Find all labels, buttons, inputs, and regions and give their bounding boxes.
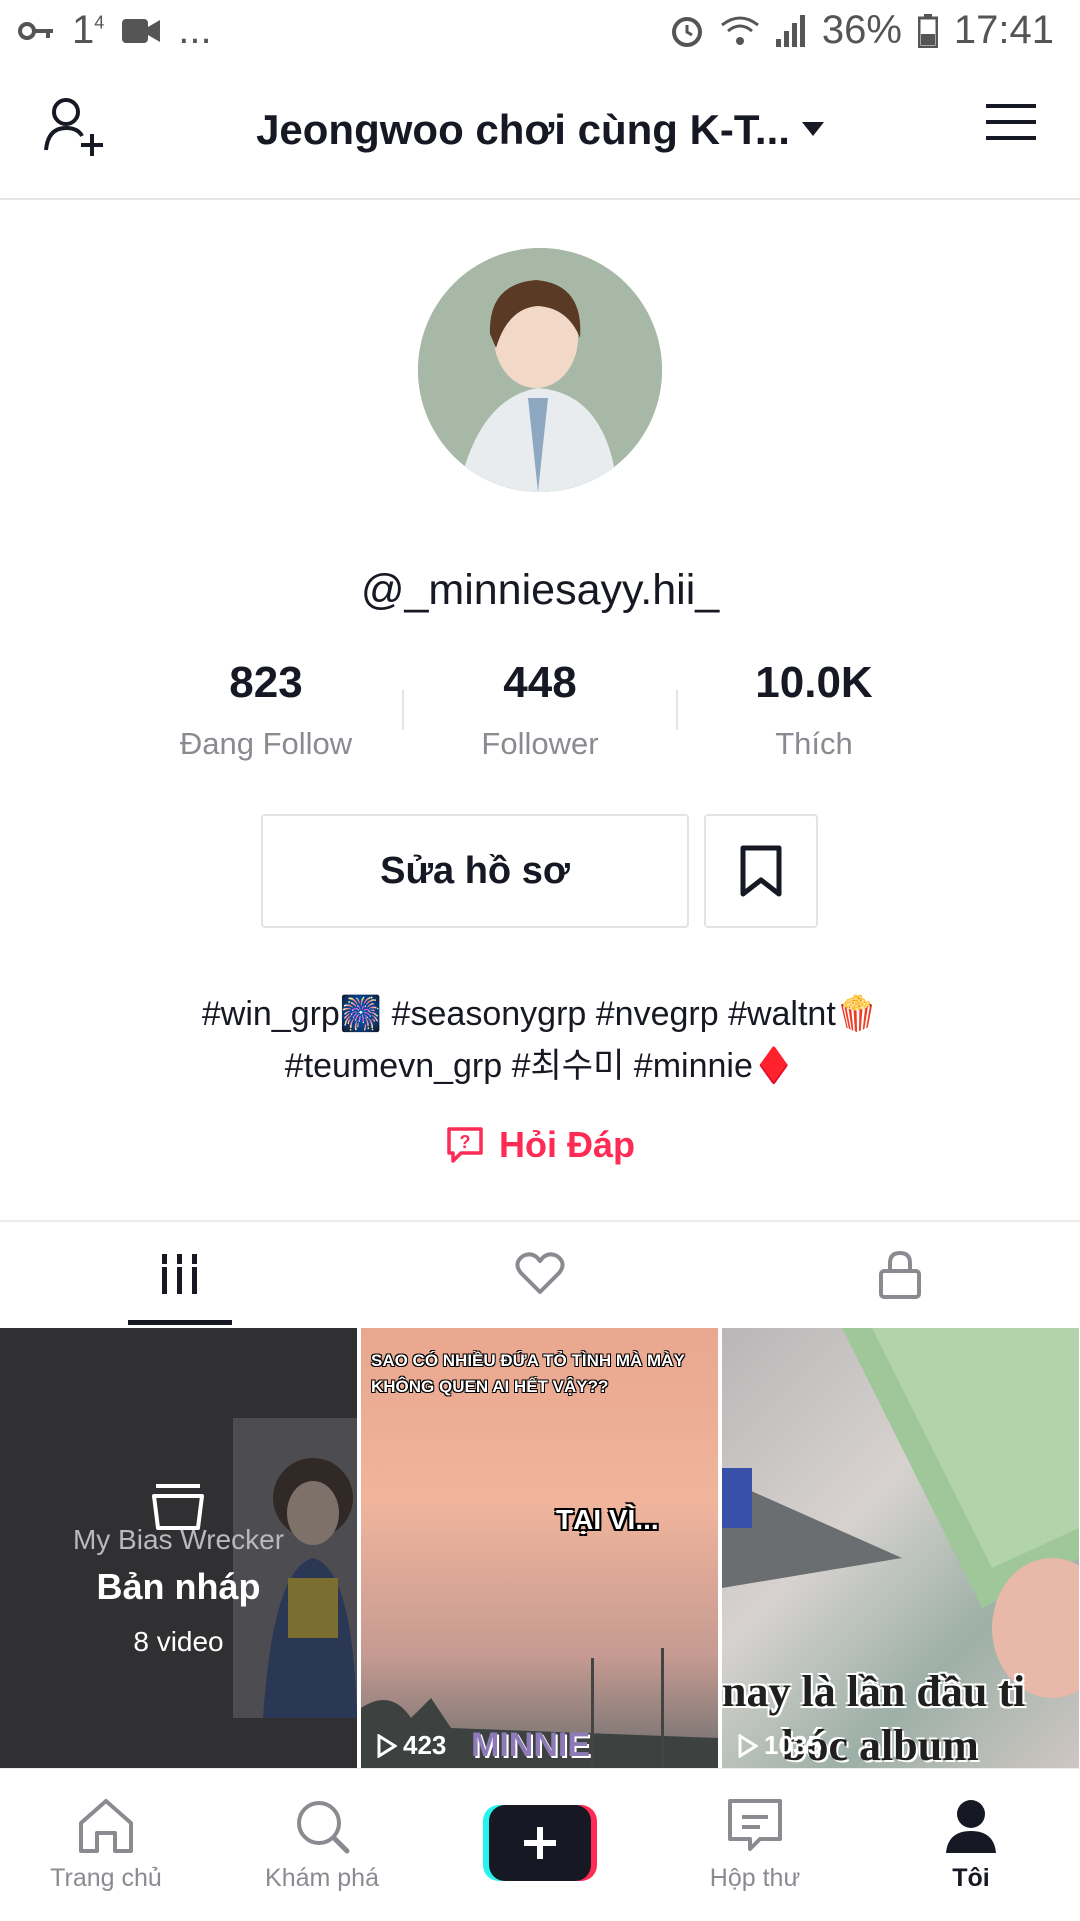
wifi-icon [720, 16, 759, 45]
search-icon [297, 1801, 350, 1854]
likes-label: Thích [775, 726, 853, 761]
drafts-watermark: My Bias Wrecker [72, 1524, 285, 1555]
play-icon [377, 1733, 397, 1758]
qa-link[interactable]: ? Hỏi Đáp [0, 1124, 1080, 1166]
question-bubble-icon: ? [447, 1127, 483, 1163]
nav-home-label: Trang chủ [50, 1864, 162, 1892]
status-bar: 14 ... 36% 17:41 [0, 0, 1080, 64]
drafts-count: 8 video [133, 1626, 224, 1657]
add-friend-button[interactable] [38, 90, 118, 170]
key-icon [18, 21, 53, 40]
following-label: Đang Follow [179, 726, 353, 761]
more-notifications: ... [178, 8, 212, 52]
followers-label: Follower [481, 726, 599, 761]
inbox-icon [728, 1799, 782, 1851]
notification-count: 14 [72, 8, 105, 52]
likes-stat[interactable]: 10.0K Thích [684, 658, 944, 762]
clock: 17:41 [953, 8, 1054, 52]
plus-icon [483, 1805, 597, 1881]
bio-line-2: #teumevn_grp #최수미 #minnie♦️ [284, 1047, 796, 1085]
nav-discover-label: Khám phá [265, 1864, 379, 1892]
nav-inbox-label: Hộp thư [709, 1864, 801, 1892]
tab-videos[interactable] [0, 1222, 360, 1326]
following-stat[interactable]: 823 Đang Follow [136, 658, 396, 762]
view-count-text: 423 [403, 1730, 447, 1760]
caret-down-icon [801, 121, 824, 136]
video-tile[interactable]: SAO CÓ NHIỀU ĐỨA TỎ TÌNH MÀ MÀY KHÔNG QU… [361, 1328, 718, 1768]
tab-private[interactable] [720, 1222, 1080, 1326]
bookmark-icon [740, 845, 782, 897]
battery-icon [917, 13, 938, 48]
home-icon [79, 1799, 133, 1853]
nav-me-label: Tôi [952, 1864, 990, 1892]
tab-liked[interactable] [360, 1222, 720, 1326]
stat-divider [402, 690, 404, 730]
likes-count: 10.0K [755, 658, 873, 707]
drafts-label: Bản nháp [96, 1566, 261, 1607]
add-user-icon [44, 98, 103, 156]
view-count: 1035 [738, 1730, 822, 1761]
grid-icon [162, 1254, 197, 1294]
heart-icon [515, 1252, 565, 1294]
followers-count: 448 [503, 658, 577, 707]
view-count-text: 1035 [764, 1730, 822, 1760]
video-caption: nay là lần đầu ti [722, 1667, 1026, 1716]
username: @_minniesayy.hii_ [360, 566, 720, 614]
bottom-nav: Trang chủ Khám phá Hộp thư Tôi [0, 1768, 1080, 1921]
profile-icon [946, 1800, 996, 1853]
avatar-photo [418, 248, 662, 492]
stat-divider [676, 690, 678, 730]
edit-profile-button[interactable]: Sửa hồ sơ [261, 814, 689, 928]
lock-icon [879, 1250, 921, 1299]
bio-line-1: #win_grp🎆 #seasonygrp #nvegrp #waltnt🍿 [201, 995, 879, 1033]
account-switcher[interactable]: Jeongwoo chơi cùng K-T... [200, 106, 880, 154]
create-button[interactable] [483, 1805, 597, 1881]
active-tab-indicator [128, 1320, 232, 1325]
nav-discover[interactable]: Khám phá [222, 1797, 422, 1893]
nav-inbox[interactable]: Hộp thư [655, 1797, 855, 1893]
profile-tabs [0, 1220, 1080, 1326]
qa-label: Hỏi Đáp [498, 1124, 635, 1165]
svg-text:?: ? [459, 1132, 470, 1152]
following-count: 823 [229, 658, 303, 707]
signal-icon [775, 14, 805, 47]
profile-header: Jeongwoo chơi cùng K-T... [0, 64, 1080, 200]
nav-me[interactable]: Tôi [871, 1797, 1071, 1893]
video-caption-top: SAO CÓ NHIỀU ĐỨA TỎ TÌNH MÀ MÀY KHÔNG QU… [371, 1351, 685, 1396]
hamburger-menu-icon [986, 104, 1036, 140]
battery-percent: 36% [821, 8, 902, 52]
alarm-icon [671, 16, 702, 47]
favorites-button[interactable] [704, 814, 818, 928]
page-title: Jeongwoo chơi cùng K-T... [256, 106, 790, 153]
video-camera-icon [122, 18, 161, 43]
followers-stat[interactable]: 448 Follower [410, 658, 670, 762]
video-caption-mid: TẠI VÌ... [556, 1504, 659, 1535]
video-tile[interactable]: nay là lần đầu ti bóc album 1035 [722, 1328, 1079, 1768]
view-count: 423 [377, 1730, 446, 1761]
nav-home[interactable]: Trang chủ [6, 1797, 206, 1893]
menu-button[interactable] [984, 100, 1064, 180]
avatar[interactable] [418, 248, 662, 492]
drafts-tile[interactable]: My Bias Wrecker Bản nháp 8 video [0, 1328, 357, 1768]
video-watermark: MINNIE [471, 1726, 590, 1764]
play-icon [738, 1733, 758, 1758]
